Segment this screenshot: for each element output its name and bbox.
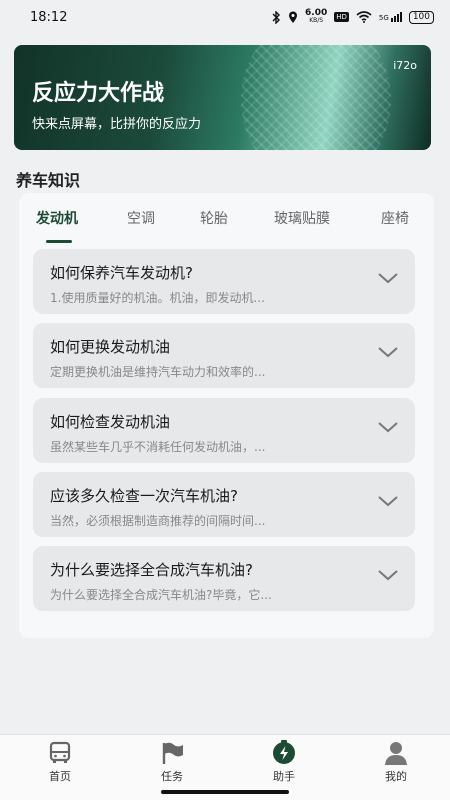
status-time: 18:12 — [30, 9, 68, 25]
hd-badge: HD — [334, 12, 349, 22]
faq-item[interactable]: 应该多久检查一次汽车机油? 当然，必须根据制造商推荐的间隔时间... — [33, 472, 415, 537]
home-indicator[interactable] — [161, 790, 289, 794]
nav-profile[interactable]: 我的 — [340, 735, 450, 800]
nav-home[interactable]: 首页 — [4, 735, 116, 800]
faq-question: 为什么要选择全合成汽车机油? — [50, 561, 253, 579]
faq-question: 如何保养汽车发动机? — [50, 264, 193, 282]
battery-level: 100 — [412, 11, 430, 22]
nav-label: 我的 — [385, 770, 407, 783]
tab-air-conditioning[interactable]: 空调 — [127, 208, 155, 228]
faq-question: 如何更换发动机油 — [50, 338, 171, 356]
battery-icon: 100 — [408, 10, 434, 24]
faq-preview: 当然，必须根据制造商推荐的间隔时间... — [50, 514, 266, 528]
nav-label: 任务 — [161, 770, 183, 783]
faq-preview: 定期更换机油是维持汽车动力和效率的... — [50, 365, 266, 379]
chevron-down-icon[interactable] — [377, 271, 399, 285]
section-title: 养车知识 — [16, 171, 81, 190]
signal-icon: 5G — [379, 12, 402, 22]
bus-icon — [49, 741, 71, 763]
active-tab-indicator — [46, 240, 72, 243]
nav-label: 首页 — [49, 770, 71, 783]
status-icons: 6.00 KB/S HD 5G 100 — [272, 9, 434, 25]
tab-seats[interactable]: 座椅 — [381, 208, 409, 228]
chevron-down-icon[interactable] — [377, 345, 399, 359]
banner-title: 反应力大作战 — [32, 81, 165, 106]
chevron-down-icon[interactable] — [377, 494, 399, 508]
faq-item[interactable]: 如何更换发动机油 定期更换机油是维持汽车动力和效率的... — [33, 323, 415, 388]
network-speed: 6.00 KB/S — [305, 9, 327, 25]
chevron-down-icon[interactable] — [377, 420, 399, 434]
tab-tires[interactable]: 轮胎 — [200, 208, 228, 228]
location-icon — [289, 11, 298, 23]
flag-icon — [162, 742, 183, 764]
status-bar: 18:12 6.00 KB/S HD 5G 100 — [0, 0, 450, 34]
faq-question: 应该多久检查一次汽车机油? — [50, 487, 238, 505]
nav-label: 助手 — [273, 770, 295, 783]
chevron-down-icon[interactable] — [377, 568, 399, 582]
faq-item[interactable]: 为什么要选择全合成汽车机油? 为什么要选择全合成汽车机油?毕竟，它... — [33, 546, 415, 611]
bluetooth-icon — [272, 10, 281, 24]
lightning-icon — [273, 740, 295, 764]
reaction-game-banner[interactable]: 反应力大作战 快来点屏幕，比拼你的反应力 i72o — [14, 45, 431, 150]
faq-preview: 1.使用质量好的机油。机油，即发动机... — [50, 291, 265, 305]
faq-item[interactable]: 如何检查发动机油 虽然某些车几乎不消耗任何发动机油，... — [33, 398, 415, 463]
tab-window-film[interactable]: 玻璃贴膜 — [274, 208, 330, 228]
speed-unit: KB/S — [309, 17, 324, 24]
speed-value: 6.00 — [305, 8, 328, 18]
network-type: 5G — [378, 14, 389, 22]
tab-engine[interactable]: 发动机 — [36, 208, 78, 228]
faq-preview: 为什么要选择全合成汽车机油?毕竟，它... — [50, 588, 272, 602]
category-tabs: 发动机 空调 轮胎 玻璃贴膜 座椅 — [19, 193, 434, 243]
faq-preview: 虽然某些车几乎不消耗任何发动机油，... — [50, 440, 266, 454]
banner-tag: i72o — [393, 59, 417, 72]
banner-subtitle: 快来点屏幕，比拼你的反应力 — [32, 117, 202, 132]
person-icon — [385, 742, 407, 765]
wifi-icon — [356, 11, 372, 23]
knowledge-card: 发动机 空调 轮胎 玻璃贴膜 座椅 如何保养汽车发动机? 1.使用质量好的机油。… — [19, 193, 434, 638]
faq-question: 如何检查发动机油 — [50, 413, 171, 431]
faq-item[interactable]: 如何保养汽车发动机? 1.使用质量好的机油。机油，即发动机... — [33, 249, 415, 314]
